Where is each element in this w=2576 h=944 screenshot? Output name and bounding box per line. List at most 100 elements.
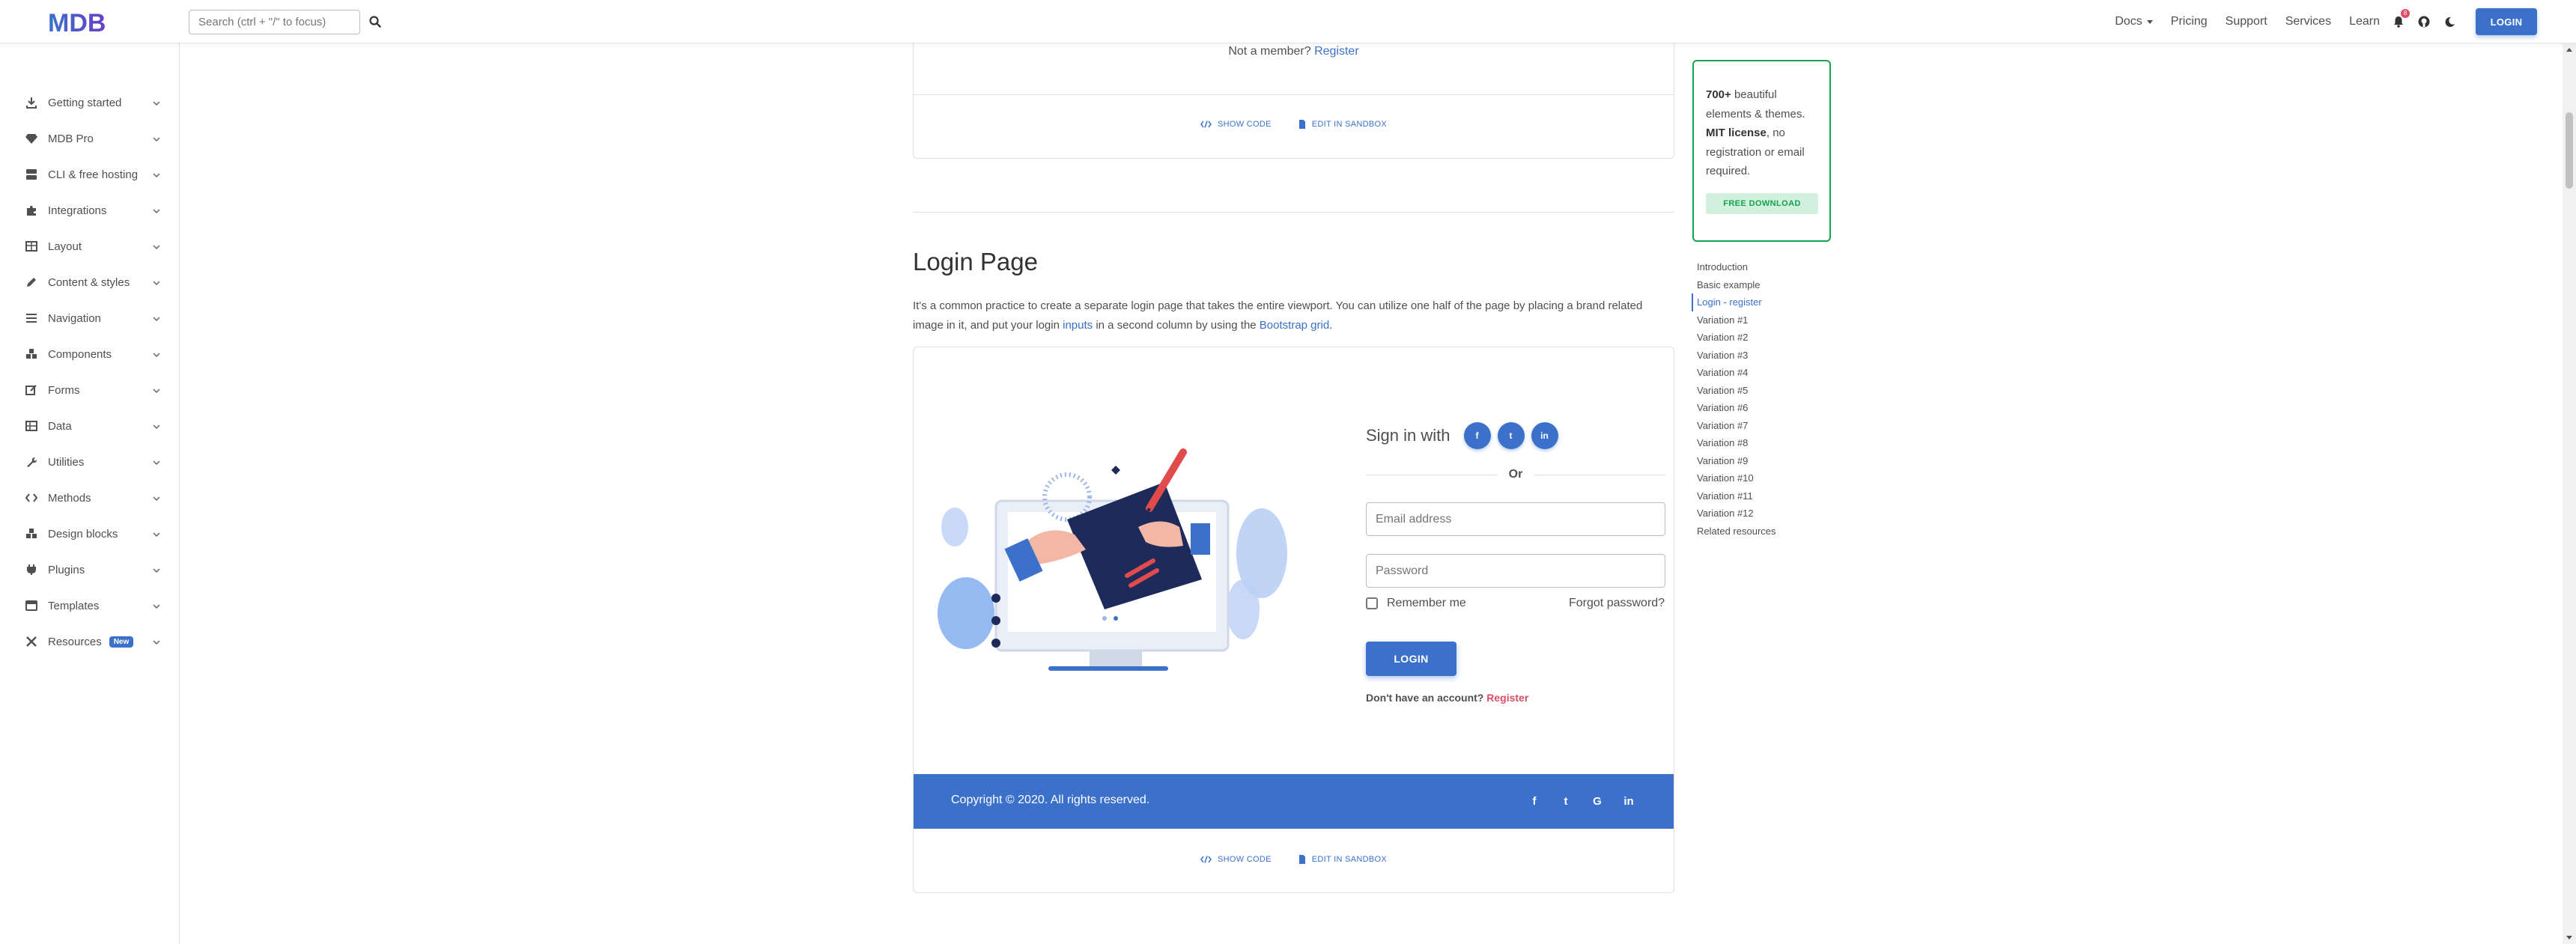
login-illustration	[936, 437, 1295, 684]
table-icon	[25, 240, 37, 252]
nav-pricing[interactable]: Pricing	[2171, 15, 2208, 28]
forgot-password-link[interactable]: Forgot password?	[1569, 597, 1665, 610]
grid-icon	[25, 420, 37, 432]
sidebar-item-label: MDB Pro	[48, 132, 94, 145]
tools-icon	[25, 636, 37, 648]
sidebar-item-getting-started[interactable]: Getting started	[0, 85, 179, 121]
sidebar-item-label: Layout	[48, 240, 82, 253]
chevron-down-icon	[152, 98, 161, 107]
moon-icon[interactable]	[2441, 13, 2458, 30]
footer-google-icon[interactable]: G	[1587, 791, 1608, 811]
toc-item[interactable]: Introduction	[1692, 258, 1776, 276]
promo-text: 700+ beautiful elements & themes. MIT li…	[1706, 85, 1817, 181]
toc-item[interactable]: Variation #2	[1692, 329, 1776, 347]
sidebar-item-resources[interactable]: Resources New	[0, 624, 179, 660]
nav-docs[interactable]: Docs	[2115, 15, 2153, 28]
password-field	[1366, 554, 1665, 588]
twitter-button[interactable]: t	[1497, 422, 1525, 449]
sidebar-item-forms[interactable]: Forms	[0, 372, 179, 408]
toc-item[interactable]: Variation #4	[1692, 364, 1776, 382]
sidebar-item-data[interactable]: Data	[0, 408, 179, 444]
sidebar-item-integrations[interactable]: Integrations	[0, 192, 179, 228]
sidebar-menu: Getting started MDB Pro CLI & free hosting…	[0, 85, 179, 660]
sidebar-item-utilities[interactable]: Utilities	[0, 444, 179, 480]
toc-item[interactable]: Related resources	[1692, 523, 1776, 540]
bootstrap-grid-link[interactable]: Bootstrap grid	[1260, 319, 1329, 332]
svg-text:MDB: MDB	[48, 9, 106, 36]
nav-docs-label: Docs	[2115, 15, 2142, 28]
toc-item[interactable]: Basic example	[1692, 276, 1776, 294]
login-form-button[interactable]: LOGIN	[1366, 642, 1456, 676]
code-icon	[1200, 121, 1212, 128]
toc-item[interactable]: Variation #9	[1692, 452, 1776, 470]
nav-learn[interactable]: Learn	[2349, 15, 2380, 28]
scroll-down-arrow-icon[interactable]	[2566, 936, 2572, 940]
footer-linkedin-icon[interactable]: in	[1618, 791, 1639, 811]
promo-bold-1: 700+	[1706, 88, 1731, 101]
sidebar-item-methods[interactable]: Methods	[0, 480, 179, 516]
email-input[interactable]	[1376, 512, 1656, 526]
mdb-logo[interactable]: MDB	[48, 9, 130, 36]
toc-item[interactable]: Variation #8	[1692, 434, 1776, 452]
notification-badge: 8	[2401, 9, 2410, 18]
footer-facebook-icon[interactable]: f	[1524, 791, 1545, 811]
show-code-button-bottom[interactable]: SHOW CODE	[1200, 855, 1272, 864]
sidebar-item-label: Getting started	[48, 96, 122, 109]
sidebar-item-templates[interactable]: Templates	[0, 588, 179, 624]
toc-item[interactable]: Variation #5	[1692, 382, 1776, 400]
login-demo-card: Sign in with f t in Or Remember me Forgo…	[913, 347, 1674, 893]
toc-item[interactable]: Variation #6	[1692, 399, 1776, 417]
toc-item[interactable]: Variation #1	[1692, 311, 1776, 329]
twitter-icon: t	[1509, 430, 1513, 441]
sidebar-item-mdb-pro[interactable]: MDB Pro	[0, 121, 179, 156]
register-link-demo[interactable]: Register	[1486, 692, 1528, 704]
toc-item[interactable]: Login - register	[1692, 293, 1776, 311]
checkbox-box[interactable]	[1366, 597, 1378, 609]
file-icon	[1298, 120, 1306, 129]
edit-icon	[25, 384, 37, 396]
chevron-down-icon	[152, 565, 161, 574]
nav-services[interactable]: Services	[2285, 15, 2331, 28]
facebook-icon: f	[1475, 430, 1479, 441]
sidebar-item-content-styles[interactable]: Content & styles	[0, 264, 179, 300]
nav-support[interactable]: Support	[2226, 15, 2267, 28]
navbar-login-button[interactable]: LOGIN	[2476, 8, 2537, 35]
chevron-down-icon	[152, 350, 161, 359]
edit-sandbox-button-bottom[interactable]: EDIT IN SANDBOX	[1298, 855, 1387, 864]
chevron-down-icon	[152, 421, 161, 430]
sidebar-item-design-blocks[interactable]: Design blocks	[0, 516, 179, 552]
scroll-thumb[interactable]	[2566, 112, 2573, 189]
remember-me-checkbox[interactable]: Remember me	[1366, 597, 1466, 610]
top-navbar: MDB Docs Pricing Support Services Learn …	[0, 0, 2576, 43]
footer-twitter-icon[interactable]: t	[1555, 791, 1576, 811]
inputs-link[interactable]: inputs	[1063, 319, 1093, 332]
chevron-down-icon	[152, 206, 161, 215]
sidebar-item-label: Navigation	[48, 311, 101, 325]
footer-social-links: f t G in	[1513, 791, 1639, 811]
sidebar-item-components[interactable]: Components	[0, 336, 179, 372]
free-download-button[interactable]: FREE DOWNLOAD	[1706, 192, 1818, 214]
search-icon[interactable]	[367, 13, 383, 30]
show-code-button[interactable]: SHOW CODE	[1200, 120, 1272, 129]
password-input[interactable]	[1376, 564, 1656, 578]
show-code-label: SHOW CODE	[1217, 120, 1272, 129]
github-icon[interactable]	[2416, 13, 2432, 30]
sidebar-item-plugins[interactable]: Plugins	[0, 552, 179, 588]
sidebar-item-layout[interactable]: Layout	[0, 228, 179, 264]
search-input[interactable]	[198, 16, 359, 28]
page-scrollbar[interactable]	[2563, 43, 2576, 944]
toc-item[interactable]: Variation #7	[1692, 417, 1776, 435]
bell-icon[interactable]: 8	[2390, 9, 2410, 30]
edit-sandbox-button[interactable]: EDIT IN SANDBOX	[1298, 120, 1387, 129]
toc-item[interactable]: Variation #11	[1692, 487, 1776, 505]
toc-item[interactable]: Variation #3	[1692, 347, 1776, 365]
facebook-button[interactable]: f	[1463, 422, 1491, 449]
sidebar-item-cli-free-hosting[interactable]: CLI & free hosting	[0, 156, 179, 192]
toc-item[interactable]: Variation #10	[1692, 469, 1776, 487]
section-description: It's a common practice to create a separ…	[913, 296, 1662, 335]
sidebar-item-navigation[interactable]: Navigation	[0, 300, 179, 336]
linkedin-button[interactable]: in	[1531, 422, 1558, 449]
register-link[interactable]: Register	[1314, 45, 1359, 58]
scroll-up-arrow-icon[interactable]	[2566, 48, 2572, 52]
toc-item[interactable]: Variation #12	[1692, 505, 1776, 523]
